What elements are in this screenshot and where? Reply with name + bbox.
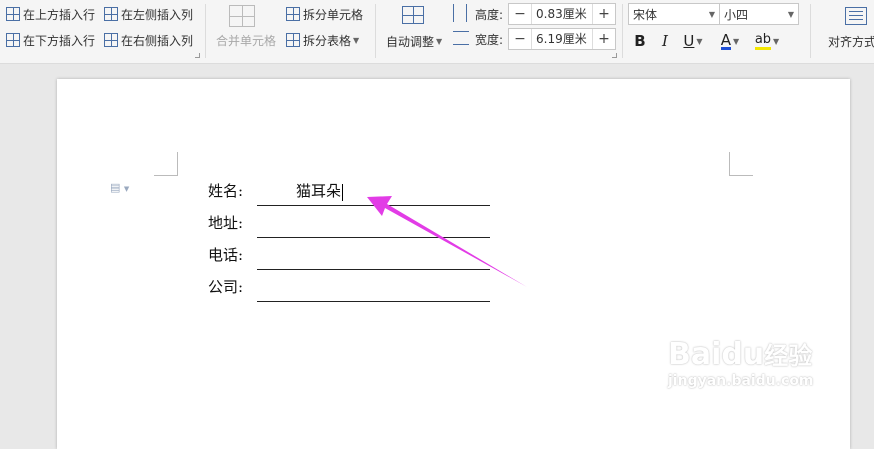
watermark-brand2: du [721,337,765,372]
watermark-suffix: 经验 [764,342,813,370]
watermark-url: jingyan.baidu.com [668,373,814,389]
baidu-watermark: Baidu经验 jingyan.baidu.com [668,337,814,390]
arrow-icon [367,196,527,287]
watermark-brand: Bai [668,337,722,372]
